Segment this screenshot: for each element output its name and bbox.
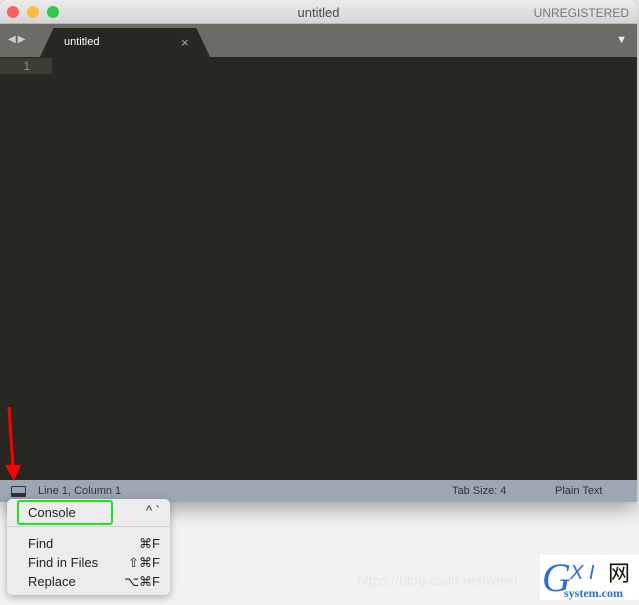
line-number: 1 [0,58,52,74]
svg-text:X I: X I [569,562,595,584]
tab-size[interactable]: Tab Size: 4 [452,480,506,502]
shortcut: ⇧⌘F [128,555,160,570]
tab-nav-arrows-icon[interactable]: ◀▶ [8,34,27,45]
red-arrow-annotation [5,406,21,481]
shortcut: ⌘F [139,536,160,551]
tab-dropdown-icon[interactable]: ▼ [616,34,627,46]
menu-item-find-in-files[interactable]: Find in Files [28,555,98,570]
svg-text:网: 网 [608,561,630,586]
svg-text:system.com: system.com [564,586,623,600]
menu-separator [7,526,170,527]
close-tab-icon[interactable]: × [181,35,189,50]
shortcut: ^ ` [145,503,160,518]
site-logo: G X I 网 system.com [540,555,639,600]
syntax-mode[interactable]: Plain Text [555,480,603,502]
tab-bar: ◀▶ untitled × ▼ [0,24,637,57]
console-highlight-box [17,500,113,525]
shortcut: ⌥⌘F [124,574,160,589]
panel-toggle-icon[interactable] [11,486,26,497]
editor-window: untitled UNREGISTERED ◀▶ untitled × ▼ 1 … [0,0,637,502]
tab-untitled[interactable]: untitled × [40,28,210,57]
title-bar: untitled UNREGISTERED [0,0,637,24]
menu-item-find[interactable]: Find [28,536,53,551]
watermark: https://blog.csdn.net/weixi [357,572,518,588]
menu-item-replace[interactable]: Replace [28,574,76,589]
tab-label: untitled [64,36,100,48]
unregistered-label: UNREGISTERED [533,6,629,20]
